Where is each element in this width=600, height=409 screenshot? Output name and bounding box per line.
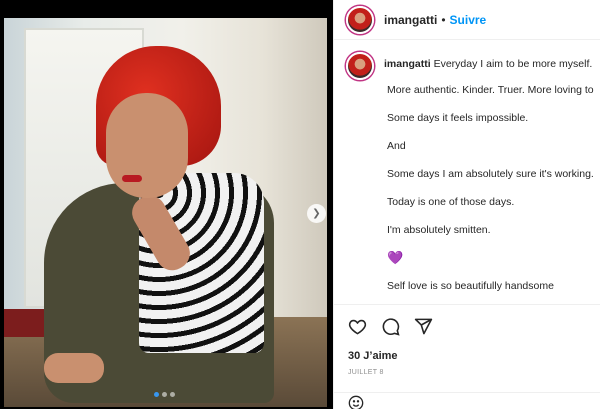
chevron-right-icon[interactable]: ❯ [307, 204, 326, 223]
comment-bar [334, 392, 600, 409]
caption-line: Some days I am absolutely sure it's work… [387, 168, 594, 180]
heart-outline-icon[interactable] [348, 317, 367, 341]
photo-lips [122, 175, 142, 182]
header-username[interactable]: imangatti [384, 13, 437, 27]
carousel-dot [162, 392, 167, 397]
comment-bubble-icon[interactable] [381, 317, 400, 341]
paper-plane-icon[interactable] [414, 317, 433, 341]
caption-line: More authentic. Kinder. Truer. More lovi… [387, 84, 594, 96]
actions-section: 30 J’aime JUILLET 8 [334, 304, 600, 376]
likes-count[interactable]: 30 J’aime [348, 350, 398, 362]
caption-username[interactable]: imangatti [384, 58, 431, 70]
caption-line: Today is one of those days. [387, 196, 515, 208]
caption-line: Some days it feels impossible. [387, 112, 529, 124]
follow-button[interactable]: Suivre [450, 13, 487, 27]
carousel-dot [170, 392, 175, 397]
avatar[interactable] [346, 5, 374, 34]
post-sidebar: imangatti • Suivre imangatti Everyday I … [333, 0, 600, 409]
action-buttons [348, 317, 433, 341]
caption: imangatti Everyday I aim to be more myse… [346, 52, 600, 80]
caption-line: I'm absolutely smitten. [387, 224, 491, 236]
purple-heart-emoji: 💜 [387, 250, 404, 265]
carousel-dot [154, 392, 159, 397]
photo-hands [44, 353, 104, 383]
post-photo[interactable] [4, 18, 327, 407]
emoji-smile-icon[interactable] [348, 387, 364, 409]
carousel-indicator [154, 392, 175, 397]
caption-line: And [387, 140, 406, 152]
post-media: ❯ [0, 0, 333, 409]
caption-text: Everyday I aim to be more myself. [433, 58, 593, 70]
caption-first-line: imangatti Everyday I aim to be more myse… [384, 57, 592, 72]
post-header: imangatti • Suivre [334, 0, 600, 40]
avatar[interactable] [346, 52, 374, 80]
separator-dot: • [441, 12, 446, 27]
photo-face [106, 93, 188, 198]
caption-line: Self love is so beautifully handsome [387, 280, 554, 292]
post-date[interactable]: JUILLET 8 [348, 369, 384, 376]
